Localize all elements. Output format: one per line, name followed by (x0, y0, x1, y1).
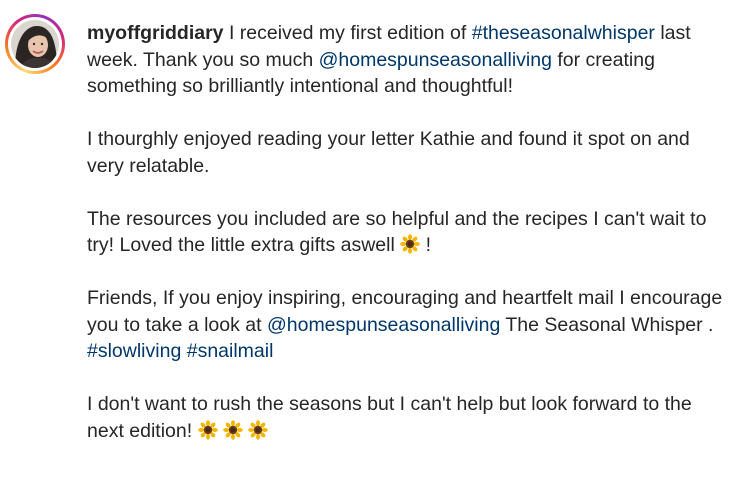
hashtag-link[interactable]: #snailmail (187, 340, 274, 362)
caption-paragraph-3: The resources you included are so helpfu… (87, 206, 727, 259)
avatar-border (8, 17, 62, 71)
caption-text-segment: The Seasonal Whisper . (500, 313, 714, 336)
caption-text-segment: The resources you included are so helpfu… (87, 207, 707, 257)
caption-paragraph-1: myoffgriddiary I received my first editi… (87, 20, 727, 100)
sunflower-icon (197, 419, 218, 440)
sunflower-icon (248, 419, 269, 440)
hashtag-link[interactable]: #slowliving (87, 340, 181, 362)
caption-text-segment: I received my first edition of (223, 22, 472, 44)
sunflower-icon (400, 234, 421, 254)
story-ring[interactable] (5, 14, 65, 74)
sunflower-icon (223, 419, 243, 440)
caption-paragraph-5: I don't want to rush the seasons but I c… (87, 391, 727, 444)
mention-link[interactable]: @homespunseasonalliving (267, 314, 500, 336)
mention-link[interactable]: @homespunseasonalliving (319, 49, 552, 71)
caption-text: myoffgriddiary I received my first editi… (87, 20, 727, 444)
caption-text-segment: I don't want to rush the seasons but I c… (87, 393, 692, 442)
caption-paragraph-2: I thourghly enjoyed reading your letter … (87, 128, 690, 177)
avatar[interactable] (11, 20, 59, 68)
username-link[interactable]: myoffgriddiary (87, 22, 224, 44)
hashtag-link[interactable]: #theseasonalwhisper (472, 22, 655, 44)
instagram-caption: myoffgriddiary I received my first editi… (0, 0, 745, 498)
caption-text-segment: ! (420, 234, 432, 256)
caption-paragraph-4: Friends, If you enjoy inspiring, encoura… (87, 285, 727, 365)
profile-photo-icon (11, 20, 59, 68)
